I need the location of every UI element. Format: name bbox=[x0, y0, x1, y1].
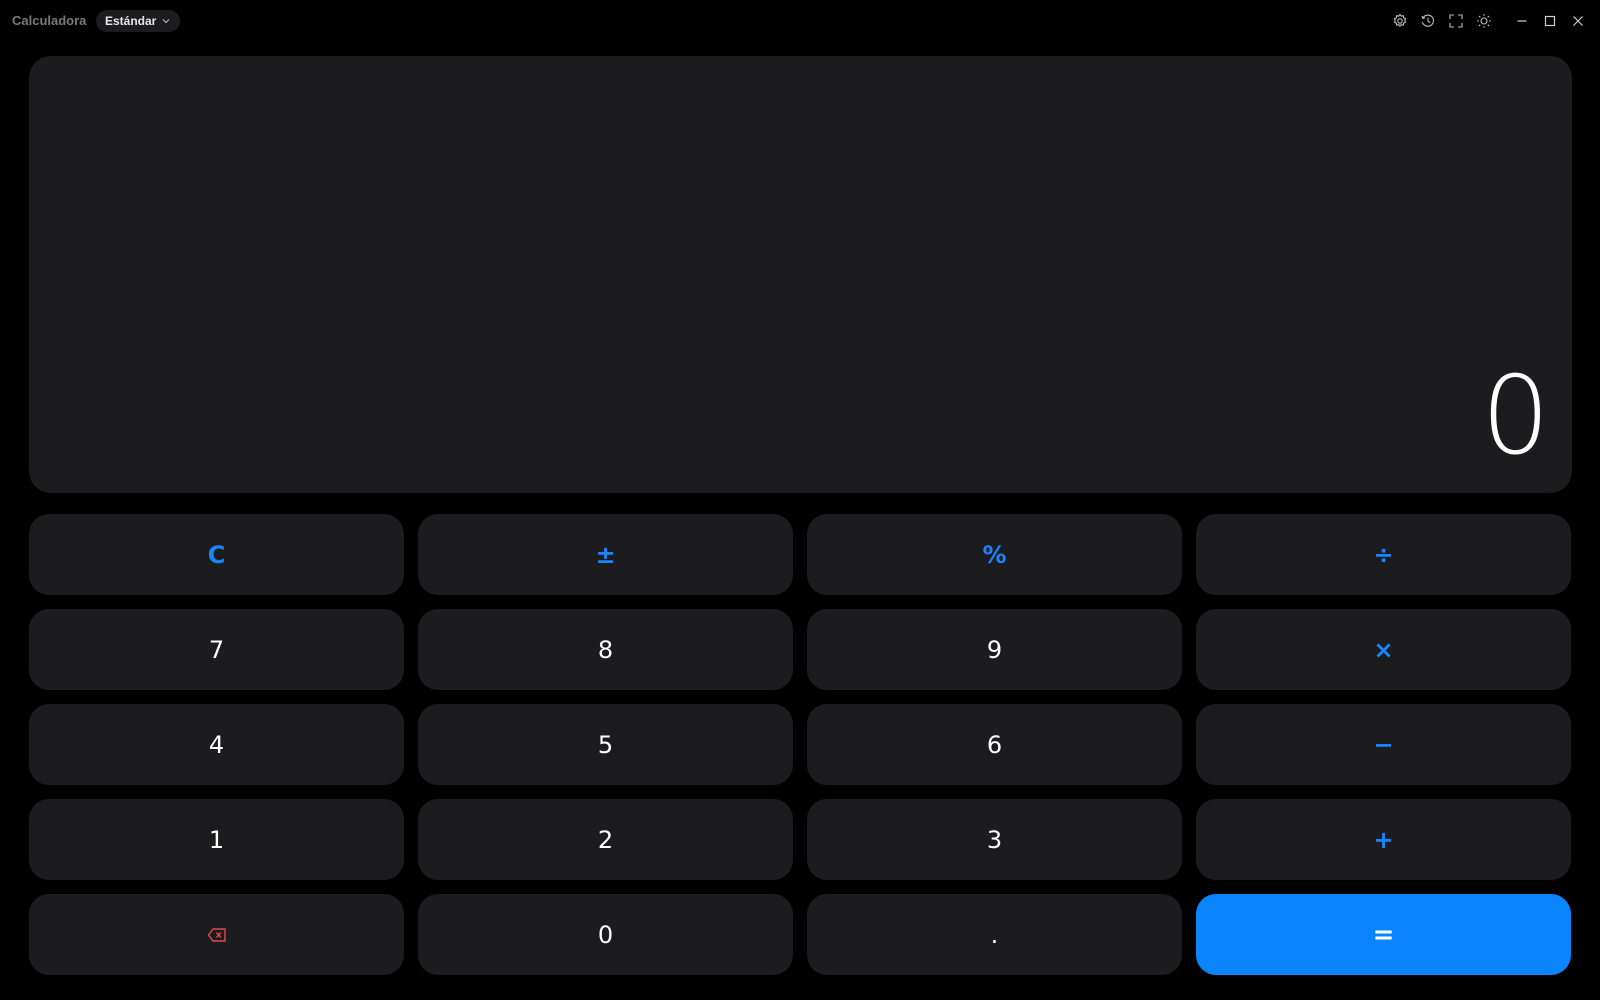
minimize-button[interactable] bbox=[1508, 7, 1536, 35]
digit-1-button[interactable]: 1 bbox=[29, 799, 404, 880]
close-button[interactable] bbox=[1564, 7, 1592, 35]
theme-sun-icon bbox=[1477, 14, 1491, 28]
digit-8-button[interactable]: 8 bbox=[418, 609, 793, 690]
add-button[interactable]: + bbox=[1196, 799, 1571, 880]
digit-9-button[interactable]: 9 bbox=[807, 609, 1182, 690]
minimize-icon bbox=[1517, 20, 1527, 22]
fullscreen-icon bbox=[1449, 14, 1463, 28]
title-bar: Calculadora Estándar bbox=[0, 0, 1600, 42]
backspace-button[interactable] bbox=[29, 894, 404, 975]
chevron-down-icon bbox=[162, 19, 170, 24]
clear-button[interactable]: C bbox=[29, 514, 404, 595]
digit-0-button[interactable]: 0 bbox=[418, 894, 793, 975]
backspace-icon bbox=[207, 927, 226, 942]
percent-button[interactable]: % bbox=[807, 514, 1182, 595]
subtract-button[interactable]: − bbox=[1196, 704, 1571, 785]
divide-button[interactable]: ÷ bbox=[1196, 514, 1571, 595]
title-bar-actions bbox=[1386, 0, 1600, 42]
equals-button[interactable]: = bbox=[1196, 894, 1571, 975]
digit-4-button[interactable]: 4 bbox=[29, 704, 404, 785]
theme-button[interactable] bbox=[1470, 7, 1498, 35]
keypad: C ± % ÷ 7 8 9 × 4 5 6 − 1 2 3 + 0 . = bbox=[29, 514, 1572, 975]
calculator-window: Calculadora Estándar 0 C ± % ÷ 7 8 9 × 4… bbox=[0, 0, 1600, 1000]
digit-6-button[interactable]: 6 bbox=[807, 704, 1182, 785]
mode-dropdown[interactable]: Estándar bbox=[96, 10, 181, 32]
close-icon bbox=[1573, 16, 1583, 26]
decimal-button[interactable]: . bbox=[807, 894, 1182, 975]
digit-3-button[interactable]: 3 bbox=[807, 799, 1182, 880]
maximize-icon bbox=[1544, 15, 1556, 27]
multiply-button[interactable]: × bbox=[1196, 609, 1571, 690]
result-display: 0 bbox=[29, 56, 1572, 493]
digit-2-button[interactable]: 2 bbox=[418, 799, 793, 880]
display-value: 0 bbox=[1481, 354, 1550, 479]
digit-5-button[interactable]: 5 bbox=[418, 704, 793, 785]
mode-label: Estándar bbox=[105, 14, 157, 28]
history-icon bbox=[1421, 14, 1434, 27]
plus-minus-button[interactable]: ± bbox=[418, 514, 793, 595]
history-button[interactable] bbox=[1414, 7, 1442, 35]
gear-icon bbox=[1393, 13, 1407, 27]
maximize-button[interactable] bbox=[1536, 7, 1564, 35]
settings-button[interactable] bbox=[1386, 7, 1414, 35]
digit-7-button[interactable]: 7 bbox=[29, 609, 404, 690]
fullscreen-button[interactable] bbox=[1442, 7, 1470, 35]
app-title: Calculadora bbox=[12, 13, 87, 28]
